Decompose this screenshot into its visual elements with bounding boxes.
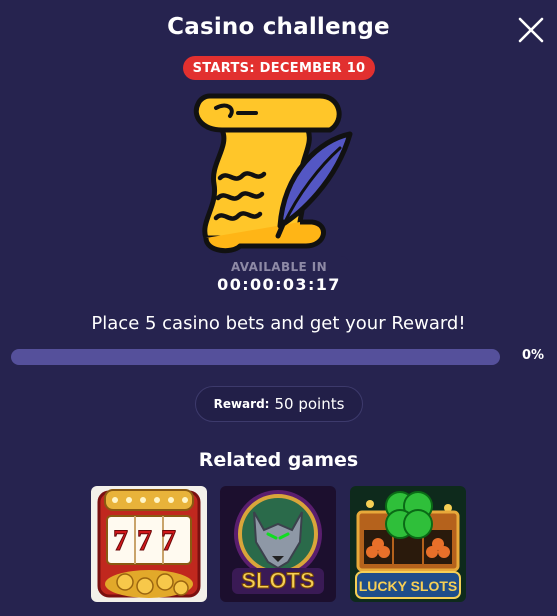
close-icon[interactable] [517, 16, 545, 44]
availability-timer: AVAILABLE IN 00:00:03:17 [209, 256, 349, 298]
task-description: Place 5 casino bets and get your Reward! [91, 313, 466, 334]
reward-pill: Reward: 50 points [195, 386, 363, 422]
availability-label: AVAILABLE IN [230, 260, 328, 274]
start-date-badge: STARTS: DECEMBER 10 [183, 56, 375, 80]
progress-bar [11, 349, 500, 365]
progress-percent: 0% [522, 348, 545, 363]
related-games-title: Related games [198, 449, 359, 471]
game-thumbnail-777-slots[interactable]: 777 [91, 486, 207, 602]
game-2-logo-text: SLOTS [241, 568, 314, 593]
modal-title: Casino challenge [167, 14, 390, 40]
game-thumbnail-wolf-slots[interactable]: SLOTS [220, 486, 336, 602]
reward-label: Reward: [213, 397, 270, 411]
game-thumbnail-lucky-slots[interactable]: LUCKY SLOTS [350, 486, 466, 602]
countdown-timer: 00:00:03:17 [217, 275, 341, 294]
challenge-modal: Casino challenge STARTS: DECEMBER 10 AVA… [0, 0, 557, 616]
reward-value: 50 points [274, 395, 345, 413]
game-3-logo-text: LUCKY SLOTS [359, 578, 458, 594]
game-1-reel-text: 777 [113, 524, 185, 557]
scroll-quill-icon [180, 86, 376, 258]
